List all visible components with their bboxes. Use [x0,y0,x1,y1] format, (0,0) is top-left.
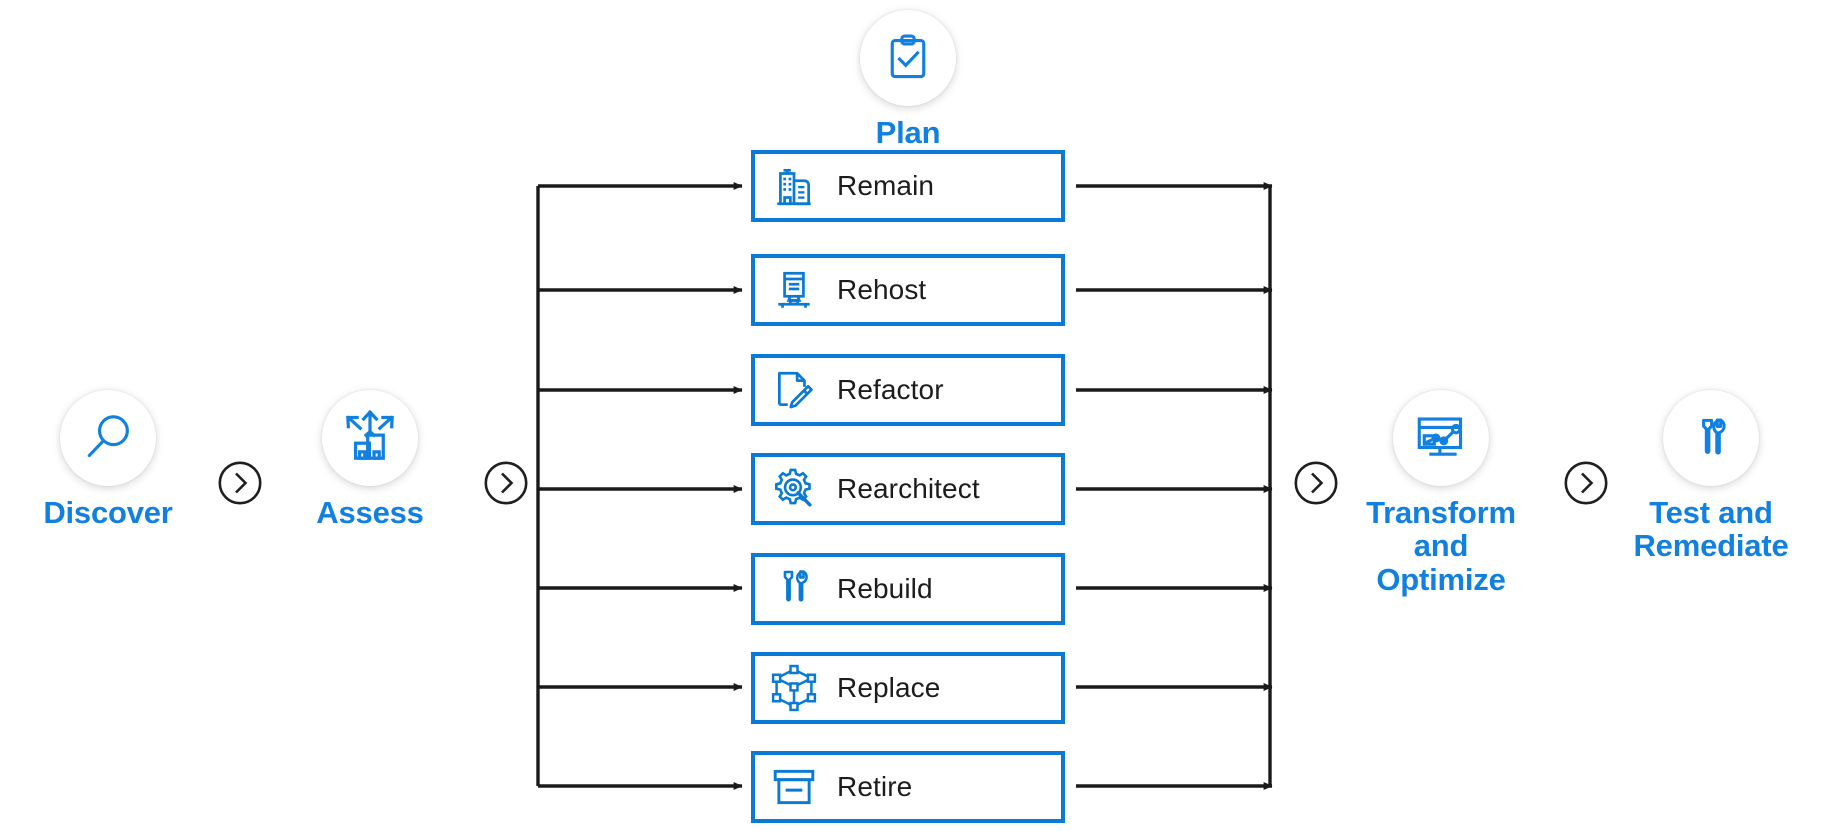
separator-discover-assess [217,460,263,506]
chevron-right-circle-icon [218,461,262,505]
assess-label: Assess [316,495,424,530]
tools-screwdriver-wrench-icon [1702,418,1726,455]
option-box-replace[interactable]: Replace [751,652,1065,724]
server-rack-icon [763,264,825,316]
phase-transform-and-optimize[interactable]: Transform and Optimize [1341,390,1541,596]
discover-label: Discover [43,495,173,530]
option-label: Rearchitect [837,473,980,504]
phase-discover[interactable]: Discover [8,390,208,529]
assess-arrows-building-icon [346,409,394,460]
magnifier-icon [87,415,129,458]
option-label: Rebuild [837,573,933,604]
option-label: Rehost [837,274,927,305]
chevron-right-circle-icon [1564,461,1608,505]
chevron-right-circle-icon [1294,461,1338,505]
clipboard-check-icon [890,34,926,79]
transform-label: Transform and Optimize [1366,495,1516,597]
option-label: Remain [837,170,935,201]
gear-magnifier-icon [763,463,825,515]
test-label: Test and Remediate [1633,495,1789,564]
assess-badge [322,390,418,486]
option-label: Refactor [837,374,944,405]
office-building-icon [763,160,825,212]
document-pencil-icon [763,364,825,416]
option-box-rehost[interactable]: Rehost [751,254,1065,326]
phase-assess[interactable]: Assess [270,390,470,529]
migration-journey-diagram: Discover Assess Plan Transform and Optim… [0,0,1821,831]
plan-badge [860,10,956,106]
phase-test-and-remediate[interactable]: Test and Remediate [1611,390,1811,563]
discover-badge [60,390,156,486]
screwdriver-wrench-icon [763,563,825,615]
phase-plan[interactable]: Plan [808,10,1008,149]
archive-box-icon [763,761,825,813]
separator-assess-plan [483,460,529,506]
test-badge [1663,390,1759,486]
plan-label: Plan [875,115,941,150]
option-label: Replace [837,672,941,703]
cube-nodes-icon [763,662,825,714]
chart-presentation-icon [1417,417,1463,456]
separator-transform-test [1563,460,1609,506]
option-label: Retire [837,771,913,802]
separator-plan-transform [1293,460,1339,506]
transform-badge [1393,390,1489,486]
chevron-right-circle-icon [484,461,528,505]
option-box-retire[interactable]: Retire [751,751,1065,823]
option-box-rebuild[interactable]: Rebuild [751,553,1065,625]
option-box-remain[interactable]: Remain [751,150,1065,222]
option-box-rearchitect[interactable]: Rearchitect [751,453,1065,525]
option-box-refactor[interactable]: Refactor [751,354,1065,426]
